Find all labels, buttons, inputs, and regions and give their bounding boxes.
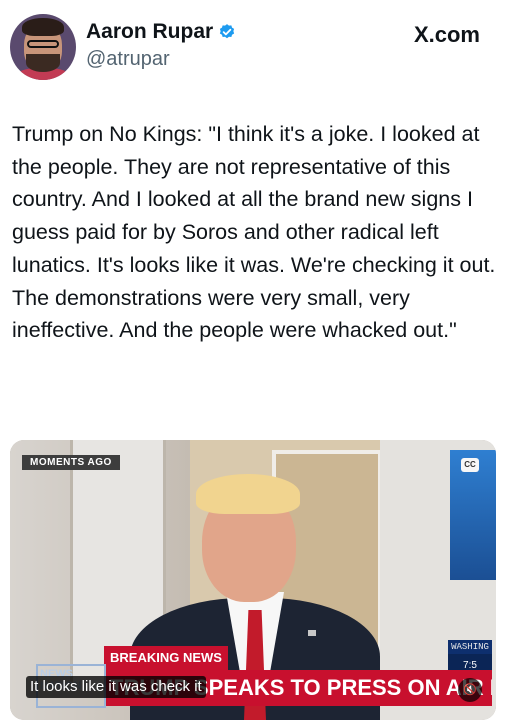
speaker-mute-icon[interactable]: 🔇 (458, 678, 482, 702)
video-player[interactable]: MOMENTS AGO CC WASHING 7:5 BREAKING NEWS… (10, 440, 496, 720)
brand-logo: X.com (413, 22, 480, 47)
verified-badge-icon (220, 24, 235, 39)
tweet-header: Aaron Rupar @atrupar X.com (0, 0, 506, 90)
breaking-news-label: BREAKING NEWS (104, 646, 228, 670)
avatar[interactable] (10, 14, 76, 80)
tweet-text: Trump on No Kings: "I think it's a joke.… (12, 122, 496, 343)
author-name[interactable]: Aaron Rupar (86, 20, 213, 44)
moments-ago-badge: MOMENTS AGO (22, 455, 120, 470)
closed-captions-icon[interactable]: CC (461, 458, 479, 472)
author-row: Aaron Rupar (86, 20, 236, 44)
author-handle[interactable]: @atrupar (86, 48, 170, 71)
location-label: WASHING (448, 640, 492, 654)
video-caption: It looks like it was check it (26, 676, 206, 698)
